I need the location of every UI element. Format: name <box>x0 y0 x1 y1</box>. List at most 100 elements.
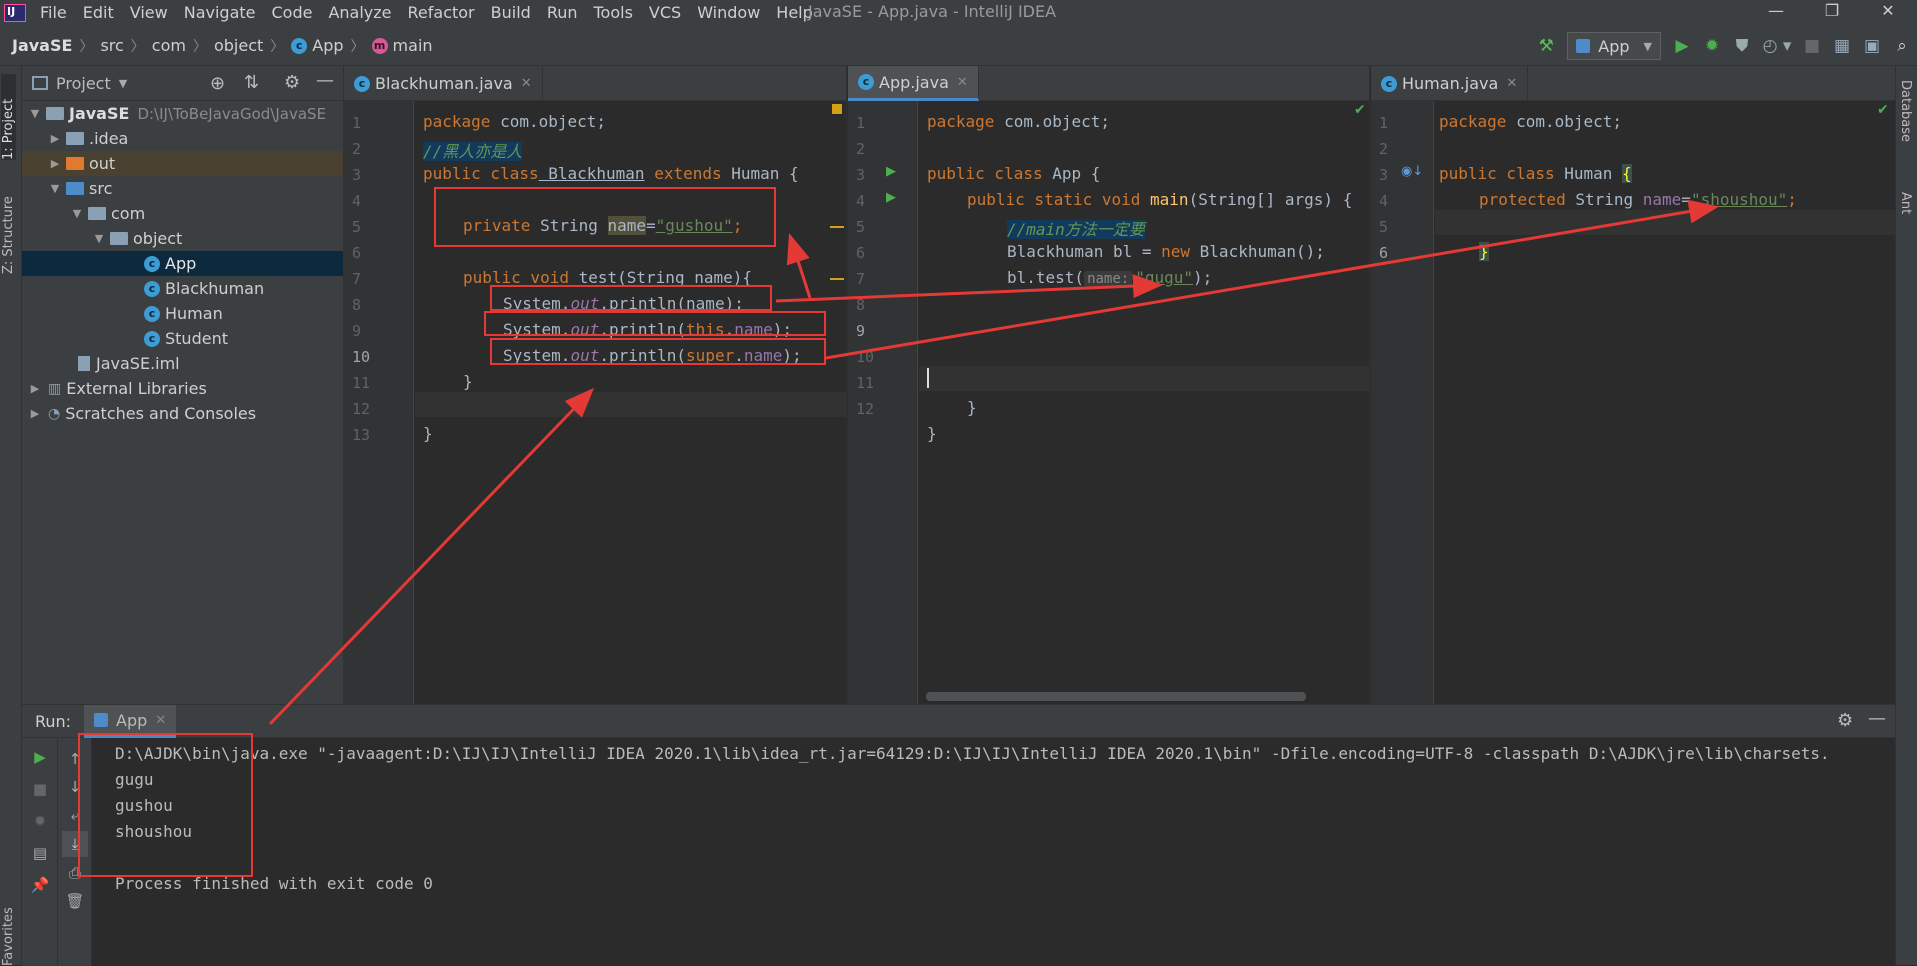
code-line-4[interactable]: public static void main(String[] args) { <box>967 190 1352 209</box>
breadcrumb-app[interactable]: App <box>312 36 343 55</box>
expand-arrow-icon[interactable]: ▼ <box>92 232 106 245</box>
menu-code[interactable]: Code <box>264 0 321 26</box>
code-line-2[interactable]: //黑人亦是人 <box>423 138 523 162</box>
menu-navigate[interactable]: Navigate <box>176 0 264 26</box>
menu-analyze[interactable]: Analyze <box>320 0 399 26</box>
restore-icon[interactable]: ❐ <box>1805 0 1859 24</box>
run-tab-app[interactable]: App ✕ <box>84 705 177 738</box>
code-line-11[interactable]: } <box>927 424 937 443</box>
scroll-up-icon[interactable]: ↑ <box>65 750 85 768</box>
expand-arrow-icon[interactable]: ▼ <box>70 207 84 220</box>
menu-build[interactable]: Build <box>483 0 539 26</box>
tree-item-app[interactable]: c App <box>22 251 343 276</box>
minimize-icon[interactable]: — <box>1749 0 1803 24</box>
collapsed-arrow-icon[interactable]: ▶ <box>28 407 42 420</box>
tree-item-com[interactable]: ▼ com <box>22 201 343 226</box>
code-line-1[interactable]: package com.object; <box>1439 112 1622 131</box>
close-tab-icon[interactable]: ✕ <box>155 713 166 728</box>
code-line-8[interactable]: System.out.println(name); <box>503 294 744 313</box>
close-tab-icon[interactable]: ✕ <box>1506 76 1517 91</box>
tree-item-idea[interactable]: ▶ .idea <box>22 126 343 151</box>
close-tab-icon[interactable]: ✕ <box>957 75 968 90</box>
tab-favorites-tool[interactable]: Favorites <box>1 906 16 966</box>
profile-icon[interactable]: ◴ ▾ <box>1757 31 1797 61</box>
tree-item-iml[interactable]: JavaSE.iml <box>22 351 343 376</box>
code-line-6[interactable]: } <box>1479 242 1489 261</box>
search-icon[interactable]: ⌕ <box>1887 31 1917 61</box>
menu-window[interactable]: Window <box>689 0 768 26</box>
pin-icon[interactable]: 📌 <box>30 876 50 894</box>
tab-blackhuman-java[interactable]: c Blackhuman.java ✕ <box>344 66 543 101</box>
tree-item-out[interactable]: ▶ out <box>22 151 343 176</box>
breadcrumb-main[interactable]: main <box>393 36 433 55</box>
gear-icon[interactable]: ⚙ <box>1837 710 1853 731</box>
code-line-3[interactable]: public class App { <box>927 164 1100 183</box>
terminal-window-icon[interactable]: ▣ <box>1857 31 1887 61</box>
tab-app-java[interactable]: c App.java ✕ <box>848 66 979 101</box>
collapsed-arrow-icon[interactable]: ▶ <box>48 157 62 170</box>
soft-wrap-icon[interactable]: ⤶ <box>65 806 85 824</box>
tree-item-external-libraries[interactable]: ▶ ▥ External Libraries <box>22 376 343 401</box>
breadcrumb-object[interactable]: object <box>214 36 263 55</box>
locate-target-icon[interactable]: ⊕ <box>210 73 225 94</box>
code-line-11[interactable]: } <box>463 372 473 391</box>
debug-bug-icon[interactable]: ✹ <box>1697 31 1727 61</box>
code-line-3[interactable]: public class Blackhuman extends Human { <box>423 164 799 183</box>
tree-item-src[interactable]: ▼ src <box>22 176 343 201</box>
code-line-5[interactable]: //main方法一定要 <box>1007 216 1145 240</box>
tree-item-blackhuman[interactable]: c Blackhuman <box>22 276 343 301</box>
breadcrumb-project[interactable]: JavaSE <box>12 36 72 55</box>
scroll-to-end-icon[interactable]: ⤓ <box>62 831 88 857</box>
close-window-icon[interactable]: ✕ <box>1861 0 1915 24</box>
chevron-down-icon[interactable]: ▼ <box>119 77 127 90</box>
menu-view[interactable]: View <box>122 0 176 26</box>
build-hammer-icon[interactable]: ⚒ <box>1531 31 1561 61</box>
code-line-6[interactable]: Blackhuman bl = new Blackhuman(); <box>1007 242 1325 261</box>
code-line-7[interactable]: bl.test(name: "gugu"); <box>1007 268 1212 287</box>
tree-item-scratches[interactable]: ▶ ◔ Scratches and Consoles <box>22 401 343 426</box>
tab-structure-tool[interactable]: Z: Structure <box>1 178 16 274</box>
run-icon[interactable]: ▶ <box>1667 31 1697 61</box>
code-line-7[interactable]: public void test(String name){ <box>463 268 752 287</box>
hide-panel-icon[interactable]: — <box>1868 708 1886 729</box>
print-icon[interactable]: ⎙ <box>65 864 85 882</box>
collapse-all-icon[interactable]: ⇅ <box>244 72 259 93</box>
menu-file[interactable]: File <box>32 0 75 26</box>
tab-database-tool[interactable]: Database <box>1898 80 1913 142</box>
code-line-4[interactable]: protected String name="shoushou"; <box>1479 190 1797 209</box>
code-line-9[interactable]: System.out.println(this.name); <box>503 320 792 339</box>
menu-tools[interactable]: Tools <box>586 0 641 26</box>
run-gutter-icon[interactable]: ▶ <box>886 190 896 205</box>
code-line-10[interactable]: } <box>967 398 977 417</box>
code-line-1[interactable]: package com.object; <box>423 112 606 131</box>
layout-icon[interactable]: ▤ <box>30 844 50 862</box>
trash-icon[interactable]: 🗑 <box>65 892 85 910</box>
menu-edit[interactable]: Edit <box>75 0 122 26</box>
gear-icon[interactable]: ⚙ <box>284 72 300 93</box>
menu-run[interactable]: Run <box>539 0 586 26</box>
code-line-3[interactable]: public class Human { <box>1439 164 1632 183</box>
hide-panel-icon[interactable]: — <box>316 70 334 91</box>
scroll-down-icon[interactable]: ↓ <box>65 778 85 796</box>
code-line-1[interactable]: package com.object; <box>927 112 1110 131</box>
menu-refactor[interactable]: Refactor <box>400 0 483 26</box>
menu-vcs[interactable]: VCS <box>641 0 689 26</box>
run-gutter-icon[interactable]: ▶ <box>886 164 896 179</box>
project-panel-title[interactable]: Project <box>56 74 111 93</box>
tree-item-student[interactable]: c Student <box>22 326 343 351</box>
coverage-shield-icon[interactable]: ⛊ <box>1727 31 1757 61</box>
rerun-icon[interactable]: ▶ <box>30 748 50 766</box>
implemented-gutter-icon[interactable]: ◉↓ <box>1401 164 1423 179</box>
expand-arrow-icon[interactable]: ▼ <box>48 182 62 195</box>
tree-item-human[interactable]: c Human <box>22 301 343 326</box>
tab-ant-tool[interactable]: Ant <box>1898 192 1913 214</box>
project-structure-icon[interactable]: ▦ <box>1827 31 1857 61</box>
collapsed-arrow-icon[interactable]: ▶ <box>28 382 42 395</box>
breadcrumb-com[interactable]: com <box>152 36 186 55</box>
tab-human-java[interactable]: c Human.java ✕ <box>1371 66 1529 101</box>
expand-arrow-icon[interactable]: ▼ <box>28 107 42 120</box>
tab-project-tool[interactable]: 1: Project <box>1 74 16 160</box>
code-line-10[interactable]: System.out.println(super.name); <box>503 346 802 365</box>
breadcrumb-src[interactable]: src <box>100 36 123 55</box>
tree-item-javase[interactable]: ▼ JavaSE D:\IJ\ToBeJavaGod\JavaSE <box>22 101 343 126</box>
